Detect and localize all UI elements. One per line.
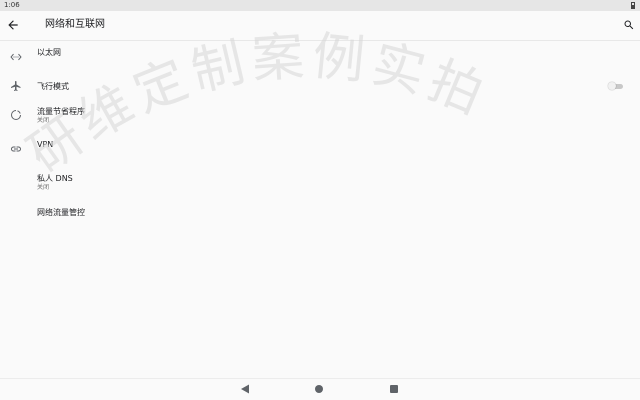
settings-item-title: 以太网	[37, 48, 61, 57]
battery-icon	[631, 2, 635, 9]
settings-item-title: 网络流量管控	[37, 208, 85, 217]
status-bar: 1:06	[0, 0, 640, 11]
settings-item-summary: 关闭	[37, 184, 50, 191]
settings-item-data-saver[interactable]: 流量节省程序 关闭	[0, 101, 640, 131]
toggle-thumb	[608, 82, 616, 90]
settings-item-title: 私人 DNS	[37, 174, 73, 183]
settings-item-title: 飞行模式	[37, 82, 69, 91]
settings-item-private-dns[interactable]: 私人 DNS 关闭	[0, 169, 640, 199]
navigation-bar	[0, 378, 640, 400]
nav-recents-icon[interactable]	[390, 385, 398, 393]
settings-item-title: 流量节省程序	[37, 107, 85, 116]
search-icon[interactable]	[623, 19, 635, 31]
data-saver-icon	[11, 110, 21, 120]
back-arrow-icon[interactable]	[6, 18, 20, 32]
settings-item-title: VPN	[37, 140, 54, 149]
airplane-mode-toggle[interactable]	[608, 82, 624, 90]
settings-item-network-traffic-control[interactable]: 网络流量管控	[0, 203, 640, 233]
settings-item-airplane-mode[interactable]: 飞行模式	[0, 72, 640, 102]
vpn-key-icon	[11, 146, 21, 152]
settings-item-vpn[interactable]: VPN	[0, 135, 640, 165]
nav-home-icon[interactable]	[315, 385, 323, 393]
app-bar: 网络和互联网	[0, 11, 640, 41]
status-time: 1:06	[4, 1, 20, 9]
settings-item-ethernet[interactable]: 以太网	[0, 43, 640, 73]
ethernet-icon	[10, 53, 22, 61]
airplane-icon	[11, 81, 21, 91]
nav-back-icon[interactable]	[240, 384, 250, 394]
screen: 1:06 网络和互联网 以太网 飞行模式 流量节省程序 关闭 VPN 私人 DN…	[0, 0, 640, 400]
page-title: 网络和互联网	[45, 19, 105, 30]
settings-item-summary: 关闭	[37, 117, 50, 124]
